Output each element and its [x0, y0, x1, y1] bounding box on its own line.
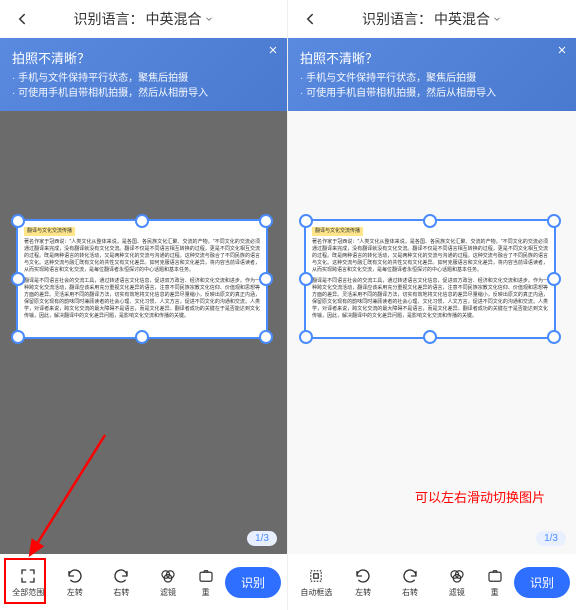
language-selector[interactable]: 识别语言： 中英混合	[74, 9, 214, 29]
tool-fullscreen[interactable]: 全部范围	[6, 566, 51, 598]
chevron-down-icon	[204, 14, 214, 24]
annotation-swipe-hint: 可以左右滑动切换图片	[415, 487, 545, 506]
tool-retake[interactable]: 重	[192, 566, 219, 598]
crop-handle-mr[interactable]	[547, 272, 561, 286]
toolbar: 全部范围 左转 右转 滤镜	[0, 554, 287, 610]
tool-auto-select[interactable]: 自动框选	[294, 566, 339, 598]
crop-handle-bm[interactable]	[135, 330, 149, 344]
tool-rotate-left[interactable]: 左转	[341, 566, 386, 598]
crop-handle-bl[interactable]	[11, 330, 25, 344]
tool-fullscreen-label: 全部范围	[12, 587, 44, 598]
tool-rotate-left-label: 左转	[355, 587, 371, 598]
title-prefix: 识别语言：	[362, 9, 432, 29]
close-icon	[556, 44, 568, 56]
tip-line-2: · 可使用手机自带相机拍摄，然后从相册导入	[300, 86, 564, 101]
document-preview: 翻译与文化交流传播 著名作家于冠西说："人类文化从整体来说，是各国、各民族文化汇…	[306, 221, 554, 330]
tip-banner: 拍照不清晰？ · 手机与文件保持平行状态，聚焦后拍摄 · 可使用手机自带相机拍摄…	[288, 38, 576, 111]
tool-rotate-left[interactable]: 左转	[53, 566, 98, 598]
phone-right: 识别语言： 中英混合 拍照不清晰？ · 手机与文件保持平行状态，聚焦后拍摄 · …	[288, 0, 576, 610]
tip-close-button[interactable]	[556, 44, 568, 56]
tool-filter[interactable]: 滤镜	[146, 566, 191, 598]
retake-icon	[485, 566, 505, 586]
tool-rotate-left-label: 左转	[67, 587, 83, 598]
header: 识别语言： 中英混合	[288, 0, 576, 38]
tool-filter-label: 滤镜	[160, 587, 176, 598]
crop-handle-bl[interactable]	[299, 330, 313, 344]
tip-line-1: · 手机与文件保持平行状态，聚焦后拍摄	[12, 71, 275, 86]
tool-filter-label: 滤镜	[449, 587, 465, 598]
crop-handle-br[interactable]	[259, 330, 273, 344]
doc-title: 翻译与文化交流传播	[24, 227, 75, 236]
filter-icon	[447, 566, 467, 586]
crop-handle-ml[interactable]	[299, 272, 313, 286]
crop-handle-br[interactable]	[547, 330, 561, 344]
tip-line-2: · 可使用手机自带相机拍摄，然后从相册导入	[12, 86, 275, 101]
document-preview: 翻译与文化交流传播 著名作家于冠西说："人类文化从整体来说，是各国、各民族文化汇…	[18, 221, 266, 330]
chevron-left-icon	[13, 10, 31, 28]
close-icon	[267, 44, 279, 56]
language-value: 中英混合	[434, 9, 490, 29]
tool-retake-label: 重	[202, 587, 210, 598]
page-counter: 1/3	[536, 531, 566, 546]
tool-rotate-right-label: 右转	[402, 587, 418, 598]
rotate-left-icon	[353, 566, 373, 586]
tool-rotate-right[interactable]: 右转	[388, 566, 433, 598]
page-counter: 1/3	[247, 531, 277, 546]
retake-icon	[196, 566, 216, 586]
crop-handle-tl[interactable]	[11, 214, 25, 228]
crop-box[interactable]: 翻译与文化交流传播 著名作家于冠西说："人类文化从整体来说，是各国、各民族文化汇…	[16, 219, 268, 339]
crop-handle-tl[interactable]	[299, 214, 313, 228]
toolbar: 自动框选 左转 右转 滤镜	[288, 554, 576, 610]
doc-title: 翻译与文化交流传播	[312, 227, 363, 236]
crop-handle-bm[interactable]	[423, 330, 437, 344]
tool-rotate-right-label: 右转	[113, 587, 129, 598]
header: 识别语言： 中英混合	[0, 0, 287, 38]
tip-line-1: · 手机与文件保持平行状态，聚焦后拍摄	[300, 71, 564, 86]
phone-left: 识别语言： 中英混合 拍照不清晰？ · 手机与文件保持平行状态，聚焦后拍摄 · …	[0, 0, 288, 610]
tool-retake[interactable]: 重	[481, 566, 508, 598]
back-button[interactable]	[10, 7, 34, 31]
tool-filter[interactable]: 滤镜	[434, 566, 479, 598]
tool-auto-select-label: 自动框选	[300, 587, 332, 598]
doc-para-1: 著名作家于冠西说："人类文化从整体来说，是各国、各民族文化汇聚、交流的产物。"不…	[312, 239, 548, 274]
tip-banner: 拍照不清晰？ · 手机与文件保持平行状态，聚焦后拍摄 · 可使用手机自带相机拍摄…	[0, 38, 287, 111]
title-prefix: 识别语言：	[74, 9, 144, 29]
crop-handle-tr[interactable]	[547, 214, 561, 228]
tip-title: 拍照不清晰？	[12, 48, 275, 67]
tip-close-button[interactable]	[267, 44, 279, 56]
crop-handle-ml[interactable]	[11, 272, 25, 286]
language-value: 中英混合	[146, 9, 202, 29]
content-area: 翻译与文化交流传播 著名作家于冠西说："人类文化从整体来说，是各国、各民族文化汇…	[0, 111, 287, 554]
tool-retake-label: 重	[491, 587, 499, 598]
fullscreen-icon	[18, 566, 38, 586]
tool-rotate-right[interactable]: 右转	[99, 566, 144, 598]
recognize-button[interactable]: 识别	[225, 567, 281, 598]
rotate-right-icon	[400, 566, 420, 586]
crop-handle-tr[interactable]	[259, 214, 273, 228]
chevron-down-icon	[492, 14, 502, 24]
rotate-left-icon	[65, 566, 85, 586]
crop-handle-tm[interactable]	[423, 214, 437, 228]
back-button[interactable]	[298, 7, 322, 31]
rotate-right-icon	[111, 566, 131, 586]
chevron-left-icon	[301, 10, 319, 28]
recognize-button[interactable]: 识别	[514, 567, 570, 598]
crop-handle-tm[interactable]	[135, 214, 149, 228]
crop-handle-mr[interactable]	[259, 272, 273, 286]
doc-para-1: 著名作家于冠西说："人类文化从整体来说，是各国、各民族文化汇聚、交流的产物。"不…	[24, 239, 260, 274]
doc-para-2: 翻译是不同语言社会的交流工具，通过转述语言文化信息，促进双方政治、经济和文化交流…	[312, 278, 548, 320]
crop-box[interactable]: 翻译与文化交流传播 著名作家于冠西说："人类文化从整体来说，是各国、各民族文化汇…	[304, 219, 556, 339]
doc-para-2: 翻译是不同语言社会的交流工具，通过转述语言文化信息，促进双方政治、经济和文化交流…	[24, 278, 260, 320]
filter-icon	[158, 566, 178, 586]
tip-title: 拍照不清晰？	[300, 48, 564, 67]
auto-select-icon	[306, 566, 326, 586]
language-selector[interactable]: 识别语言： 中英混合	[362, 9, 502, 29]
